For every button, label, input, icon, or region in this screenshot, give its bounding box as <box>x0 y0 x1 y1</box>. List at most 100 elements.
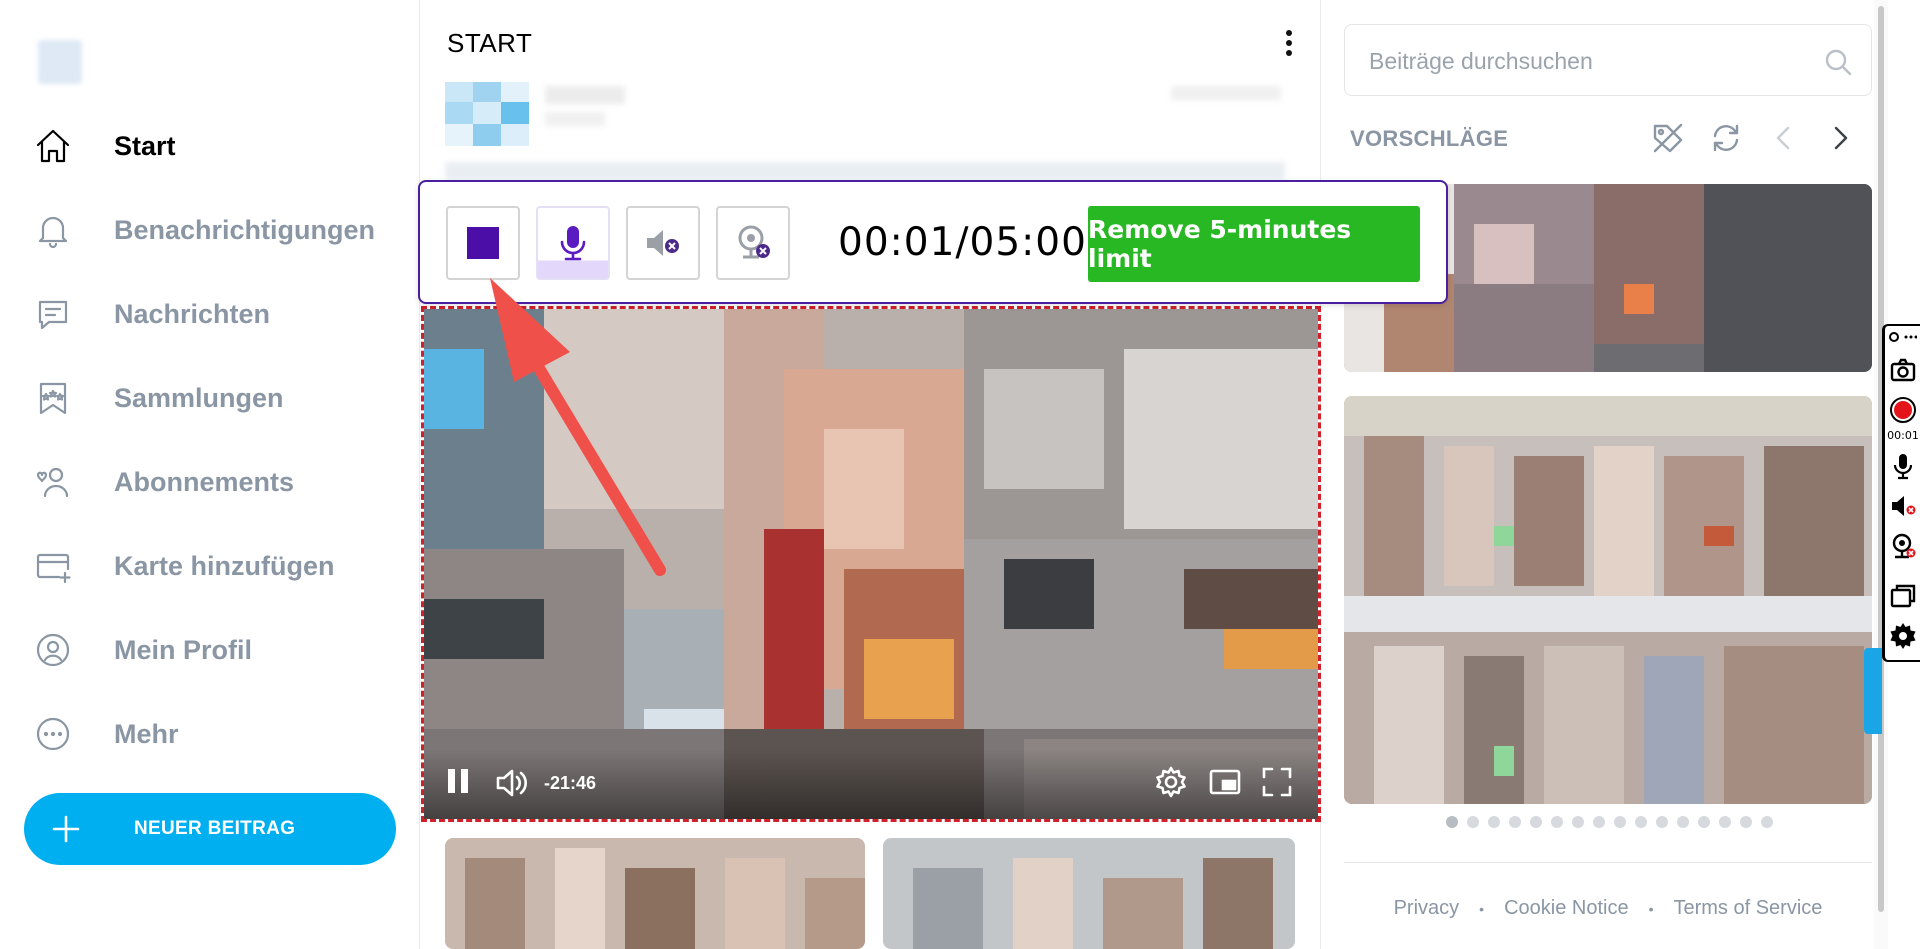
post-author-name[interactable] <box>545 86 625 104</box>
right-column: VORSCHLÄGE <box>1322 0 1872 949</box>
toolbar-audio-button[interactable] <box>1887 490 1919 522</box>
logo[interactable] <box>38 40 82 84</box>
sidebar-item-profile[interactable]: Mein Profil <box>32 622 392 678</box>
pagination-dot[interactable] <box>1593 816 1605 828</box>
app-root: Start Benachrichtigungen Nachrichten Sam… <box>0 0 1920 949</box>
volume-icon <box>496 769 527 797</box>
volume-button[interactable] <box>494 765 530 801</box>
video-settings-button[interactable] <box>1154 765 1188 799</box>
sidebar-item-add-card[interactable]: Karte hinzufügen <box>32 538 392 594</box>
post-author-handle <box>545 112 605 126</box>
privacy-link[interactable]: Privacy <box>1394 897 1460 920</box>
video-frame <box>424 309 1318 819</box>
sidebar-item-label: Mein Profil <box>114 634 253 665</box>
microphone-toggle-button[interactable] <box>536 206 610 280</box>
pagination-dot[interactable] <box>1719 816 1731 828</box>
gear-icon <box>1890 623 1916 649</box>
pagination-dot[interactable] <box>1551 816 1563 828</box>
record-button[interactable] <box>1887 394 1919 426</box>
sidebar: Start Benachrichtigungen Nachrichten Sam… <box>0 0 420 949</box>
pagination-dot[interactable] <box>1761 816 1773 828</box>
fullscreen-icon <box>1262 767 1292 797</box>
search-input[interactable] <box>1369 43 1799 79</box>
sidebar-item-subscriptions[interactable]: Abonnements <box>32 454 392 510</box>
pagination-dot[interactable] <box>1614 816 1626 828</box>
more-options-button[interactable] <box>1283 28 1295 58</box>
toolbar-settings-button[interactable] <box>1887 620 1919 652</box>
video-time-remaining: -21:46 <box>544 773 597 793</box>
post-author-avatar[interactable] <box>445 82 529 146</box>
stop-icon <box>467 227 499 259</box>
sidebar-item-more[interactable]: Mehr <box>32 706 392 762</box>
pagination-dot[interactable] <box>1698 816 1710 828</box>
pip-icon <box>1209 769 1241 795</box>
home-icon <box>32 125 74 167</box>
pause-icon <box>461 769 468 793</box>
speaker-muted-icon <box>647 230 679 256</box>
dot-icon <box>1286 30 1292 36</box>
pagination-dot[interactable] <box>1509 816 1521 828</box>
system-audio-toggle-button[interactable] <box>626 206 700 280</box>
suggestion-card[interactable] <box>1344 396 1872 804</box>
bell-icon <box>32 209 74 251</box>
pagination-dot[interactable] <box>1488 816 1500 828</box>
sidebar-item-notifications[interactable]: Benachrichtigungen <box>32 202 392 258</box>
picture-in-picture-button[interactable] <box>1208 765 1242 799</box>
terms-link[interactable]: Terms of Service <box>1673 897 1822 920</box>
more-icon <box>32 713 74 755</box>
pagination-dot[interactable] <box>1635 816 1647 828</box>
fullscreen-button[interactable] <box>1260 765 1294 799</box>
toolbar-timer: 00:01 <box>1887 429 1919 442</box>
pagination-dot[interactable] <box>1572 816 1584 828</box>
microphone-icon <box>1893 454 1913 480</box>
refresh-suggestions-button[interactable] <box>1706 118 1746 158</box>
chevron-left-icon <box>1776 126 1790 150</box>
sidebar-item-collections[interactable]: Sammlungen <box>32 370 392 426</box>
hide-paid-toggle[interactable] <box>1648 118 1688 158</box>
next-suggestion-button[interactable] <box>1820 118 1860 158</box>
cookie-notice-link[interactable]: Cookie Notice <box>1504 897 1629 920</box>
sidebar-item-label: Mehr <box>114 718 179 749</box>
webcam-off-icon <box>1892 533 1916 559</box>
toolbar-window-button[interactable] <box>1887 580 1919 612</box>
pagination-dot[interactable] <box>1740 816 1752 828</box>
toolbar-microphone-button[interactable] <box>1887 450 1919 482</box>
refresh-icon <box>1713 124 1739 152</box>
suggestion-card-image <box>1344 396 1872 804</box>
previous-suggestion-button[interactable] <box>1764 118 1804 158</box>
pagination-dot[interactable] <box>1467 816 1479 828</box>
webcam-toggle-button[interactable] <box>716 206 790 280</box>
toolbar-menu-button[interactable] <box>1887 328 1919 346</box>
card-add-icon <box>32 545 74 587</box>
sidebar-item-start[interactable]: Start <box>32 118 392 174</box>
new-post-label: NEUER BEITRAG <box>134 818 296 839</box>
pagination-dot[interactable] <box>1656 816 1668 828</box>
link-dots-icon <box>1889 332 1917 342</box>
pagination-dot[interactable] <box>1446 816 1458 828</box>
help-tab[interactable] <box>1864 648 1882 734</box>
toolbar-webcam-button[interactable] <box>1887 530 1919 562</box>
stop-recording-button[interactable] <box>446 206 520 280</box>
search-icon[interactable] <box>1823 47 1853 77</box>
post-image-thumbnail[interactable] <box>445 838 865 949</box>
recorder-side-toolbar: 00:01 <box>1882 324 1920 662</box>
pause-icon <box>448 769 455 793</box>
page-title: START <box>447 28 533 58</box>
footer-separator: • <box>1479 900 1485 917</box>
suggestion-pagination <box>1446 816 1773 828</box>
sidebar-item-messages[interactable]: Nachrichten <box>32 286 392 342</box>
pause-button[interactable] <box>444 763 472 799</box>
speaker-muted-icon <box>1892 496 1916 516</box>
webcam-off-icon <box>738 225 770 259</box>
video-controls: -21:46 <box>424 749 1318 819</box>
pagination-dot[interactable] <box>1530 816 1542 828</box>
remove-limit-button[interactable]: Remove 5-minutes limit <box>1088 206 1420 282</box>
sidebar-item-label: Abonnements <box>114 466 295 497</box>
footer-separator: • <box>1648 900 1654 917</box>
pagination-dot[interactable] <box>1677 816 1689 828</box>
post-image-thumbnail[interactable] <box>883 838 1295 949</box>
video-player[interactable]: -21:46 <box>421 306 1321 822</box>
screenshot-button[interactable] <box>1887 354 1919 386</box>
gear-icon <box>1156 766 1186 798</box>
new-post-button[interactable]: NEUER BEITRAG <box>24 793 396 865</box>
